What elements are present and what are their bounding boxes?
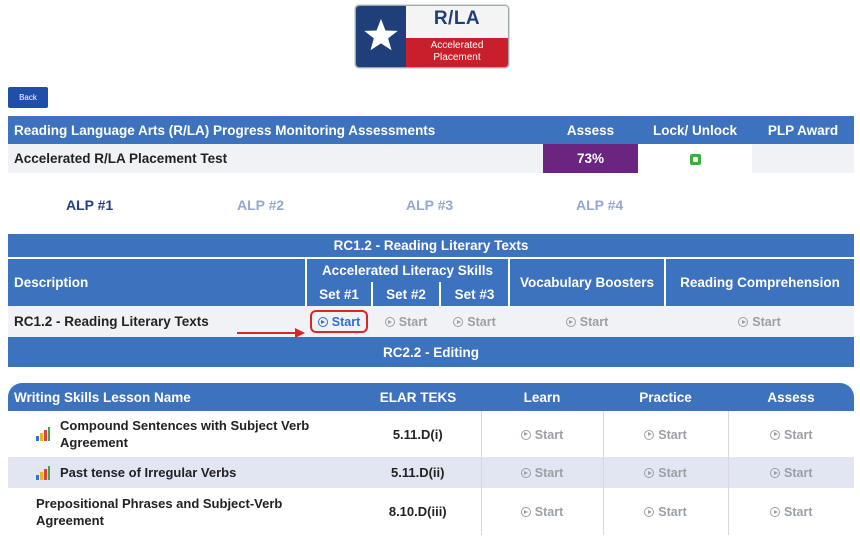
play-icon (770, 468, 780, 478)
unlock-icon[interactable] (689, 153, 701, 165)
learn-start-button[interactable]: Start (520, 505, 563, 519)
lesson-name-cell: Prepositional Phrases and Subject-Verb A… (8, 488, 355, 535)
lesson-link[interactable]: Past tense of Irregular Verbs (60, 464, 236, 481)
bar-chart-icon (36, 465, 50, 480)
lesson-link[interactable]: Compound Sentences with Subject Verb Agr… (60, 417, 309, 451)
highlighted-start: Start (309, 310, 369, 333)
assess-header: Assess (566, 122, 615, 138)
plp-award-cell (752, 144, 854, 174)
logo-title: R/LA (433, 8, 481, 29)
rc1-table: RC1.2 - Reading Literary Texts Descripti… (8, 234, 854, 367)
learn-cell: Start (480, 411, 603, 457)
play-icon (520, 429, 531, 440)
play-icon (644, 468, 655, 478)
set-1-header: Set #1 (306, 282, 373, 306)
progress-table-header: Reading Language Arts (R/LA) Progress Mo… (8, 116, 854, 144)
tab-alp-1[interactable]: ALP #1 (66, 197, 113, 213)
set-2-start-button[interactable]: Start (384, 315, 427, 329)
practice-cell: Start (602, 457, 728, 488)
play-icon (770, 429, 780, 440)
writing-skills-table: Writing Skills Lesson Name ELAR TEKS Lea… (8, 383, 854, 535)
lesson-name-cell: Compound Sentences with Subject Verb Agr… (8, 411, 355, 457)
lesson-link[interactable]: Prepositional Phrases and Subject-Verb A… (8, 495, 355, 529)
play-icon (644, 429, 655, 440)
tab-alp-4[interactable]: ALP #4 (576, 197, 623, 213)
practice-header: Practice (639, 389, 692, 405)
assess-cell: Start (727, 457, 854, 488)
writing-skills-header: Writing Skills Lesson Name (14, 389, 191, 405)
logo-subtitle: Accelerated Placement (430, 40, 484, 63)
rc2-title: RC2.2 - Editing (382, 344, 479, 360)
lesson-name-cell: Past tense of Irregular Verbs (8, 457, 355, 488)
bar-chart-icon (36, 427, 50, 441)
back-button[interactable]: Back (8, 87, 48, 108)
accelerated-literacy-header: Accelerated Literacy Skills (306, 257, 510, 282)
play-icon (520, 468, 531, 478)
learn-start-button[interactable]: Start (520, 466, 563, 480)
play-icon (565, 317, 576, 327)
play-icon (453, 317, 464, 327)
practice-start-button[interactable]: Start (644, 505, 687, 519)
description-header: Description (8, 257, 307, 306)
assessments-header: Reading Language Arts (R/LA) Progress Mo… (14, 122, 436, 138)
set-3-start-button[interactable]: Start (453, 315, 496, 329)
set-1-start-button[interactable]: Start (317, 315, 360, 329)
vocabulary-start-button[interactable]: Start (565, 315, 608, 329)
table-row: Past tense of Irregular Verbs 5.11.D(ii)… (8, 457, 854, 488)
assess-start-button[interactable]: Start (770, 428, 812, 442)
practice-cell: Start (602, 411, 728, 457)
lock-unlock-header: Lock/ Unlock (652, 122, 738, 138)
assess-cell: Start (727, 488, 854, 535)
learn-cell: Start (480, 488, 603, 535)
play-icon (644, 507, 655, 517)
lock-cell (638, 144, 752, 174)
assess-cell: Start (727, 411, 854, 457)
play-icon (770, 507, 780, 517)
set-3-header: Set #3 (440, 282, 510, 306)
practice-start-button[interactable]: Start (644, 428, 687, 442)
reading-comprehension-start-button[interactable]: Start (738, 315, 781, 329)
teks-cell: 5.11.D(i) (392, 426, 443, 442)
play-icon (317, 317, 328, 327)
reading-comprehension-header: Reading Comprehension (665, 257, 854, 306)
set-1-cell: Start (306, 306, 372, 337)
placement-test-score[interactable]: 73% (543, 144, 638, 174)
vocabulary-cell: Start (509, 306, 665, 337)
tab-alp-2[interactable]: ALP #2 (237, 197, 284, 213)
set-3-cell: Start (440, 306, 509, 337)
elar-teks-header: ELAR TEKS (379, 389, 457, 405)
plp-award-header: PLP Award (767, 122, 839, 138)
play-icon (384, 317, 395, 327)
play-icon (738, 317, 749, 327)
rla-accelerated-placement-logo: R/LA Accelerated Placement (355, 5, 509, 68)
assess-start-button[interactable]: Start (770, 466, 812, 480)
set-2-cell: Start (372, 306, 440, 337)
play-icon (520, 507, 531, 517)
table-row: Prepositional Phrases and Subject-Verb A… (8, 488, 854, 535)
placement-test-row: Accelerated R/LA Placement Test 73% (8, 144, 854, 174)
rc1-title: RC1.2 - Reading Literary Texts (333, 238, 529, 253)
learn-cell: Start (480, 457, 603, 488)
reading-comprehension-cell: Start (665, 306, 854, 337)
learn-start-button[interactable]: Start (520, 428, 563, 442)
learn-header: Learn (523, 389, 561, 405)
practice-start-button[interactable]: Start (644, 466, 687, 480)
assess-start-button[interactable]: Start (770, 505, 812, 519)
progress-monitoring-table: Reading Language Arts (R/LA) Progress Mo… (8, 116, 854, 174)
vocabulary-boosters-header: Vocabulary Boosters (509, 257, 666, 306)
assess-col-header: Assess (767, 389, 815, 405)
tab-alp-3[interactable]: ALP #3 (406, 197, 453, 213)
teks-cell: 5.11.D(ii) (355, 457, 481, 488)
teks-cell: 8.10.D(iii) (388, 504, 447, 519)
practice-cell: Start (602, 488, 728, 535)
placement-test-name: Accelerated R/LA Placement Test (8, 144, 543, 174)
red-arrow-icon (237, 328, 305, 338)
rc1-row: RC1.2 - Reading Literary Texts Start Sta… (8, 306, 854, 337)
set-2-header: Set #2 (372, 282, 441, 306)
star-icon (364, 18, 398, 51)
table-row: Compound Sentences with Subject Verb Agr… (8, 411, 854, 457)
